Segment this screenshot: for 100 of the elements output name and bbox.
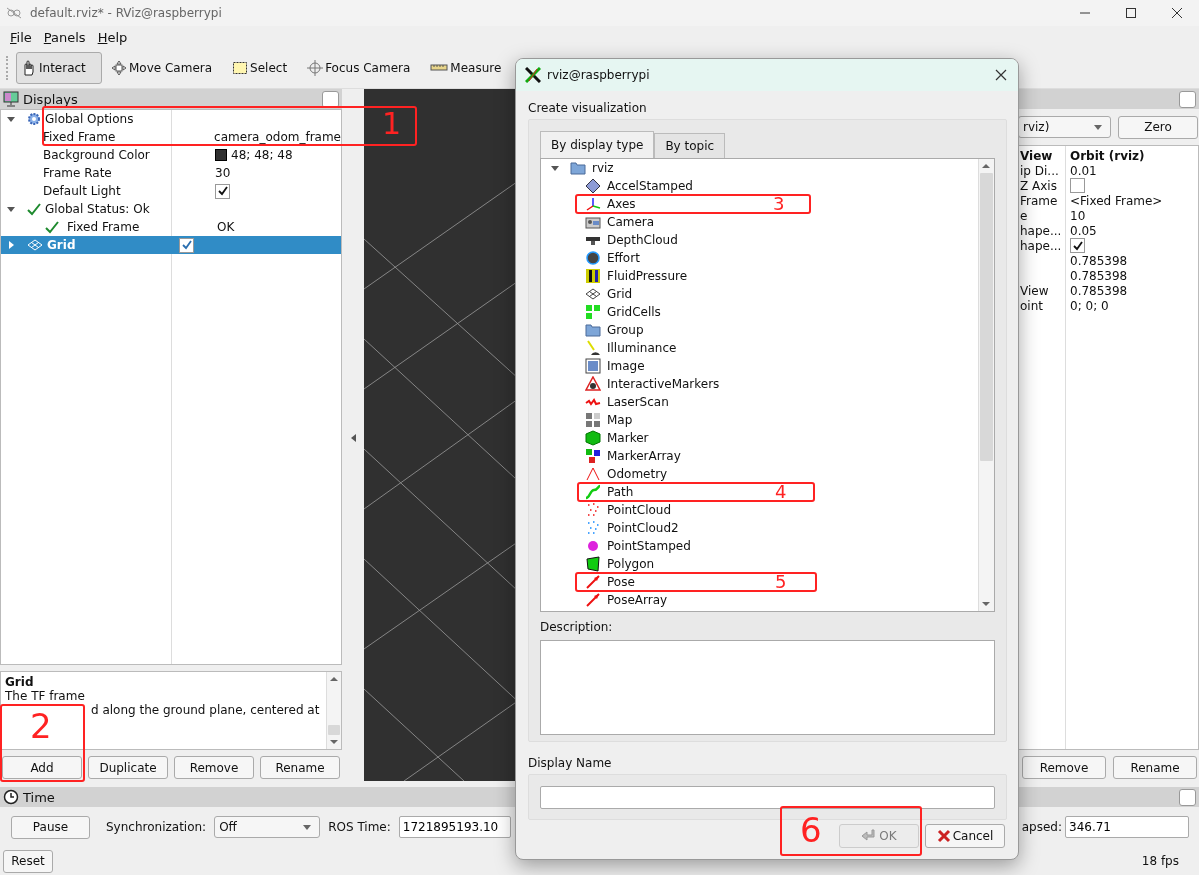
- field-label: apsed:: [1021, 820, 1062, 834]
- tree-item[interactable]: Polygon: [551, 555, 655, 573]
- checkbox[interactable]: [1179, 90, 1196, 108]
- view-type-dropdown[interactable]: rviz): [1018, 116, 1111, 138]
- property-row[interactable]: Frame Rate 30: [1, 164, 341, 182]
- panel-button[interactable]: Remove: [1022, 756, 1106, 779]
- tree-item[interactable]: LaserScan: [551, 393, 669, 411]
- tree-item[interactable]: Illuminance: [551, 339, 677, 357]
- scrollbar[interactable]: [978, 159, 994, 611]
- grid-cells-icon: [585, 304, 601, 320]
- property-value: 48; 48; 48: [231, 148, 293, 162]
- close-icon[interactable]: [1171, 7, 1183, 19]
- dot-icon: [585, 538, 601, 554]
- property-label: e: [1020, 208, 1028, 223]
- tree-label: Global Options: [45, 112, 134, 126]
- tree-item[interactable]: Path: [551, 483, 634, 501]
- property-value: 0.785398: [1070, 283, 1128, 298]
- checkbox[interactable]: [1179, 788, 1196, 806]
- pause-button[interactable]: Pause: [11, 815, 90, 839]
- panel-title: Time: [23, 789, 55, 805]
- tree-item[interactable]: Axes: [551, 195, 636, 213]
- annotation-number: 1: [382, 108, 402, 140]
- display-name-field[interactable]: [540, 785, 995, 809]
- tree-item[interactable]: PointCloud2: [551, 519, 679, 537]
- tree-item[interactable]: AccelStamped: [551, 177, 693, 195]
- expand-arrow-icon[interactable]: [7, 205, 15, 213]
- checkbox[interactable]: [215, 183, 230, 199]
- menu-item[interactable]: Help: [91, 29, 134, 45]
- tab[interactable]: By topic: [654, 133, 726, 158]
- tool-button[interactable]: Measure: [425, 52, 513, 84]
- tab[interactable]: By display type: [540, 131, 655, 158]
- expand-arrow-icon[interactable]: [7, 115, 15, 123]
- tree-item[interactable]: InteractiveMarkers: [551, 375, 720, 393]
- selected-tree-row[interactable]: Grid: [1, 236, 341, 254]
- panel-button[interactable]: Rename: [1113, 756, 1197, 779]
- synchronization-dropdown[interactable]: Off: [214, 816, 321, 838]
- elapsed-time-field[interactable]: 346.71: [1065, 816, 1189, 838]
- tree-item[interactable]: Pose: [551, 573, 635, 591]
- close-icon[interactable]: [995, 69, 1007, 81]
- tree-item[interactable]: PointStamped: [551, 537, 691, 555]
- tree-item[interactable]: DepthCloud: [551, 231, 678, 249]
- scrollbar[interactable]: [326, 672, 341, 749]
- zero-button[interactable]: Zero: [1118, 115, 1198, 139]
- panel-button[interactable]: Remove: [174, 756, 254, 779]
- tree-item[interactable]: Marker: [551, 429, 649, 447]
- property-row[interactable]: Background Color 48; 48; 48: [1, 146, 341, 164]
- tool-button[interactable]: Interact: [16, 52, 102, 84]
- property-row[interactable]: Default Light: [1, 182, 341, 200]
- fps-counter: 18 fps: [1141, 854, 1179, 868]
- grid-icon: [585, 286, 601, 302]
- tree-item[interactable]: FluidPressure: [551, 267, 688, 285]
- point-cloud-icon: [585, 502, 601, 518]
- tool-button[interactable]: Move Camera: [106, 52, 224, 84]
- selection-box-icon: [232, 60, 249, 76]
- tree-item[interactable]: PoseArray: [551, 591, 668, 609]
- menu-item[interactable]: File: [4, 29, 38, 45]
- tree-item[interactable]: Effort: [551, 249, 640, 267]
- annotation-number: 2: [30, 708, 52, 744]
- polygon-icon: [585, 556, 601, 572]
- tree-item[interactable]: Image: [551, 357, 645, 375]
- tree-item[interactable]: Camera: [551, 213, 655, 231]
- panel-button[interactable]: Rename: [260, 756, 340, 779]
- tree-item[interactable]: Map: [551, 411, 633, 429]
- tree-item[interactable]: GridCells: [551, 303, 661, 321]
- property-value: 0.05: [1070, 223, 1097, 238]
- tree-label: Global Status: Ok: [45, 202, 150, 216]
- checkbox[interactable]: [179, 237, 194, 253]
- tool-button[interactable]: Select: [227, 52, 299, 84]
- tree-item[interactable]: Odometry: [551, 465, 668, 483]
- tree-item[interactable]: MarkerArray: [551, 447, 681, 465]
- tree-row[interactable]: Global Options: [1, 110, 341, 128]
- reset-button[interactable]: Reset: [3, 849, 53, 873]
- clock-icon: [3, 789, 19, 805]
- property-label: View: [1020, 148, 1053, 163]
- tool-button[interactable]: Focus Camera: [302, 52, 422, 84]
- tree-item[interactable]: PointCloud: [551, 501, 672, 519]
- tree-item[interactable]: Grid: [551, 285, 633, 303]
- field-label: ROS Time:: [328, 820, 391, 834]
- property-label: Z Axis: [1020, 178, 1057, 193]
- panel-button[interactable]: Duplicate: [88, 756, 168, 779]
- collapse-handle-icon[interactable]: [350, 434, 356, 442]
- menu-item[interactable]: Panels: [37, 29, 92, 45]
- description-text: d along the ground plane, centered at: [90, 703, 321, 717]
- ros-time-field[interactable]: 1721895193.10: [398, 816, 511, 838]
- expand-arrow-icon[interactable]: [551, 164, 559, 172]
- maximize-icon[interactable]: [1125, 7, 1137, 19]
- checkbox[interactable]: [1070, 238, 1085, 253]
- property-label: Frame: [1020, 193, 1058, 208]
- tree-item[interactable]: Group: [551, 321, 644, 339]
- tree-row[interactable]: Global Status: Ok: [1, 200, 341, 218]
- tree-item[interactable]: rviz: [551, 159, 614, 177]
- property-row[interactable]: Fixed Frame OK: [1, 218, 341, 236]
- property-row[interactable]: Fixed Frame camera_odom_frame: [1, 128, 341, 146]
- panel-button[interactable]: Add: [2, 756, 82, 779]
- checkbox[interactable]: [1070, 178, 1085, 193]
- property-value: 0; 0; 0: [1070, 298, 1109, 313]
- cancel-button[interactable]: Cancel: [925, 824, 1005, 848]
- expand-arrow-icon[interactable]: [7, 241, 15, 249]
- app-icon: [6, 6, 22, 20]
- property-value: Orbit (rviz): [1070, 148, 1145, 163]
